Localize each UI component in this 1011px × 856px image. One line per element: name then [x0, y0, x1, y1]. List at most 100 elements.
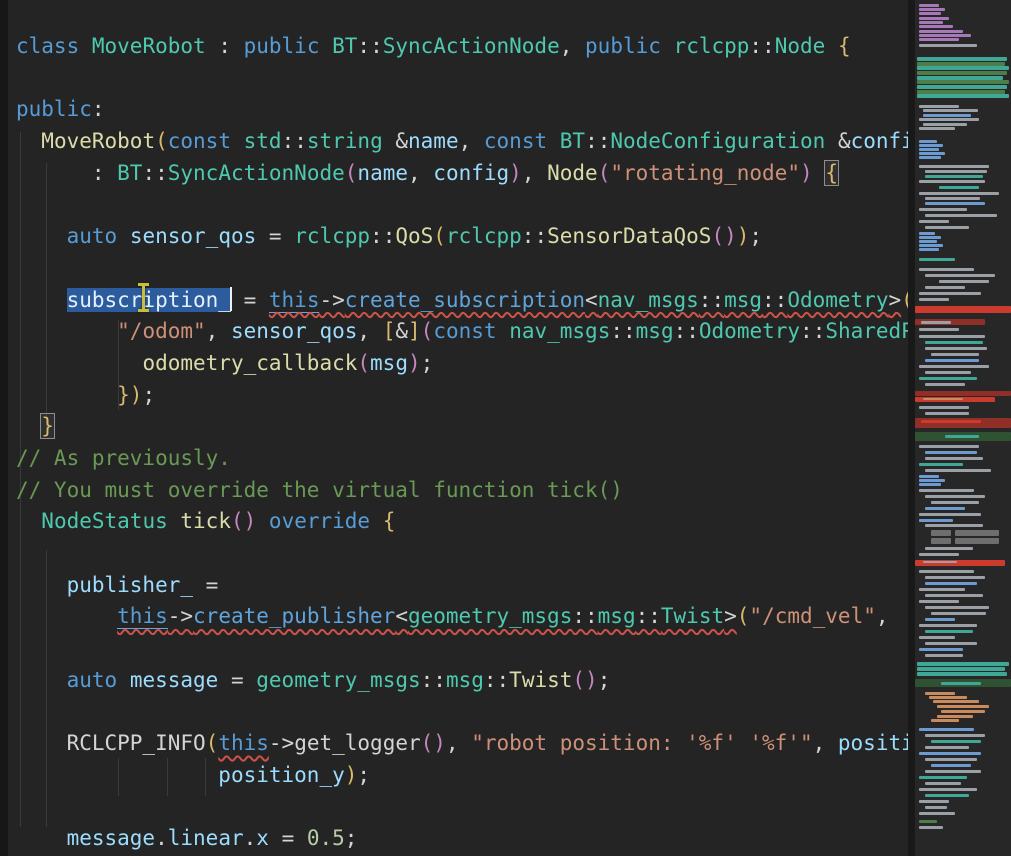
minimap-row	[917, 667, 1005, 671]
code-line[interactable]: // You must override the virtual functio…	[16, 475, 908, 507]
minimap-row	[933, 700, 979, 703]
code-token: public	[585, 34, 661, 58]
code-token	[16, 288, 67, 312]
minimap-row	[923, 123, 967, 126]
minimap-row	[919, 463, 963, 466]
code-line[interactable]: "/odom", sensor_qos, [&](const nav_msgs:…	[16, 316, 908, 348]
minimap-row	[919, 17, 949, 20]
code-line[interactable]: }	[16, 411, 908, 443]
code-editor[interactable]: class MoveRobot : public BT::SyncActionN…	[0, 0, 908, 856]
code-token	[16, 224, 67, 248]
code-line[interactable]	[16, 792, 908, 824]
code-line[interactable]: auto sensor_qos = rclcpp::QoS(rclcpp::Se…	[16, 221, 908, 253]
code-token	[231, 129, 244, 153]
code-token: ::	[699, 288, 724, 312]
code-line[interactable]: position_y);	[16, 760, 908, 792]
code-token: .	[244, 826, 257, 850]
code-line[interactable]	[16, 253, 908, 285]
minimap-row	[937, 705, 989, 708]
code-line[interactable]: : BT::SyncActionNode(name, config), Node…	[16, 158, 908, 190]
code-token: this	[117, 604, 168, 629]
minimap-row	[925, 341, 983, 344]
code-line[interactable]: publisher_ =	[16, 570, 908, 602]
minimap-row	[919, 21, 943, 24]
minimap-row	[925, 524, 983, 527]
code-token: NodeStatus	[41, 509, 167, 533]
minimap-row	[925, 806, 947, 809]
code-token	[319, 34, 332, 58]
code-token: linear	[168, 826, 244, 850]
minimap-row	[919, 156, 941, 159]
code-line[interactable]: NodeStatus tick() override {	[16, 506, 908, 538]
code-token: publisher_	[67, 573, 193, 597]
code-line[interactable]	[16, 63, 908, 95]
code-token: ,	[876, 604, 889, 628]
code-token: (	[421, 319, 434, 343]
code-token: ,	[813, 731, 838, 755]
code-line[interactable]: });	[16, 380, 908, 412]
code-token: sensor_qos	[130, 224, 256, 248]
code-area[interactable]: class MoveRobot : public BT::SyncActionN…	[16, 31, 908, 855]
minimap-row	[925, 692, 955, 695]
code-line[interactable]: message.linear.x = 0.5;	[16, 823, 908, 855]
code-line[interactable]: class MoveRobot : public BT::SyncActionN…	[16, 31, 908, 63]
minimap-row	[923, 114, 971, 117]
minimap-row	[919, 648, 963, 651]
code-line[interactable]: // As previously.	[16, 443, 908, 475]
minimap-row	[925, 383, 965, 386]
minimap-row	[925, 202, 985, 205]
minimap-row	[955, 538, 999, 544]
code-token: ]	[408, 319, 421, 343]
code-token: nav_msgs	[598, 288, 699, 312]
minimap-row	[925, 359, 979, 362]
minimap-row	[919, 152, 945, 155]
minimap-row	[925, 451, 977, 454]
minimap[interactable]	[915, 0, 1011, 856]
minimap-row	[925, 746, 969, 749]
minimap-row	[937, 715, 973, 718]
code-token	[16, 573, 67, 597]
code-token: geometry_msgs	[408, 604, 572, 628]
code-line[interactable]: this->create_publisher<geometry_msgs::ms…	[16, 601, 908, 633]
code-token: ,	[522, 161, 547, 185]
code-token: auto	[67, 668, 118, 692]
code-token: RCLCPP_INFO	[67, 731, 206, 755]
editor-minimap-divider	[908, 0, 915, 856]
code-token: <	[585, 288, 598, 312]
code-line[interactable]: auto message = geometry_msgs::msg::Twist…	[16, 665, 908, 697]
code-token	[16, 826, 67, 850]
code-token: msg	[446, 668, 484, 692]
code-line[interactable]: odometry_callback(msg);	[16, 348, 908, 380]
minimap-row	[925, 175, 983, 178]
minimap-row	[919, 258, 955, 261]
code-line[interactable]	[16, 696, 908, 728]
minimap-row	[931, 530, 951, 536]
code-line[interactable]	[16, 538, 908, 570]
code-token: SyncActionNode	[168, 161, 345, 185]
minimap-row	[925, 758, 977, 761]
code-token	[16, 414, 41, 438]
code-token: position_y	[218, 763, 344, 787]
code-line[interactable]: public:	[16, 94, 908, 126]
minimap-row	[919, 483, 941, 486]
code-line[interactable]: MoveRobot(const std::string &name, const…	[16, 126, 908, 158]
minimap-row	[925, 274, 995, 277]
code-token: Odometry	[699, 319, 800, 343]
minimap-row	[919, 728, 974, 731]
code-token: BT	[560, 129, 585, 153]
code-token: })	[117, 383, 142, 407]
code-token: msg	[636, 319, 674, 343]
code-token: ::	[142, 161, 167, 185]
code-token: get_logger	[294, 731, 420, 755]
code-line[interactable]: RCLCPP_INFO(this->get_logger(), "robot p…	[16, 728, 908, 760]
minimap-row	[931, 353, 979, 356]
minimap-row	[917, 662, 1009, 666]
minimap-row	[931, 612, 986, 615]
code-line[interactable]: subscription_ = this->create_subscriptio…	[16, 285, 908, 317]
minimap-row	[919, 268, 974, 271]
code-token: sensor_qos	[231, 319, 357, 343]
code-line[interactable]	[16, 189, 908, 221]
code-token: msg	[598, 604, 636, 628]
code-token: :	[92, 97, 105, 121]
code-line[interactable]	[16, 633, 908, 665]
